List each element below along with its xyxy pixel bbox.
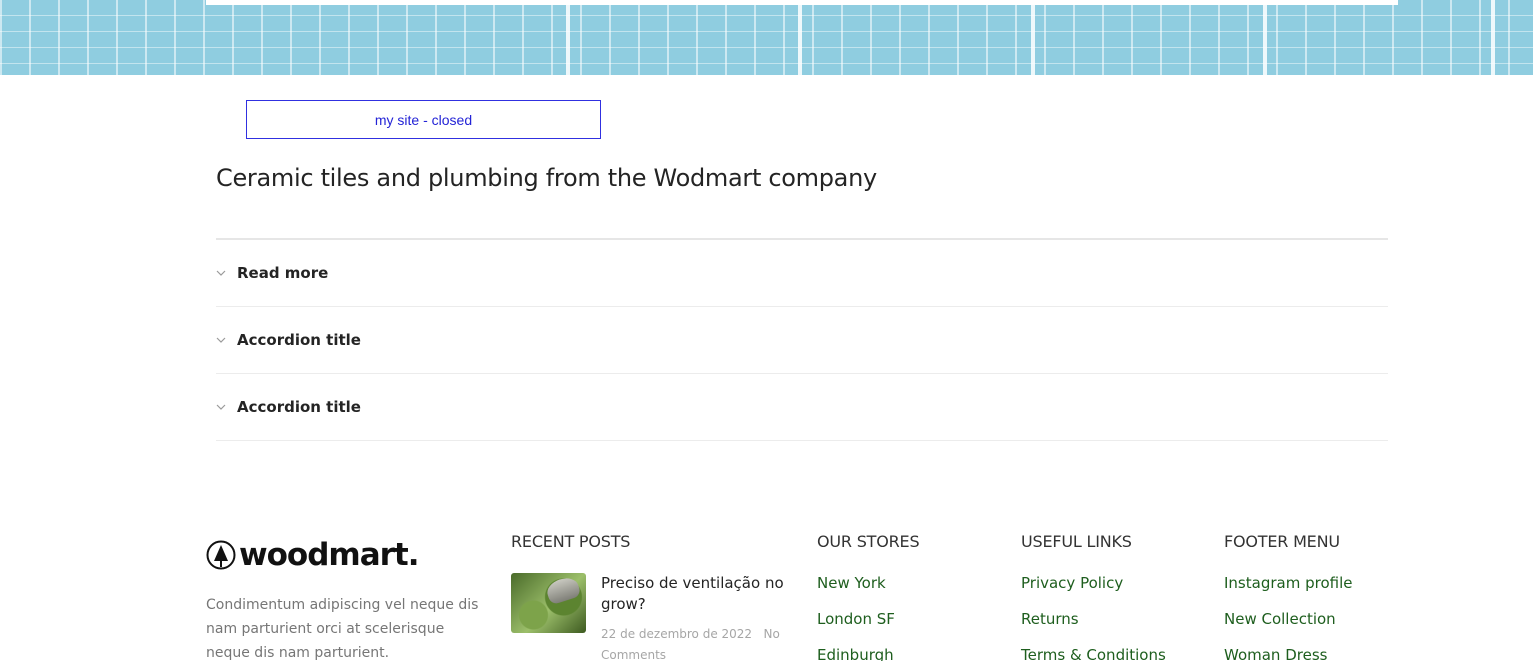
banner-tile-seam: [798, 0, 802, 75]
our-stores-title: OUR STORES: [817, 532, 920, 551]
footer-menu-link[interactable]: Instagram profile: [1224, 572, 1352, 608]
banner-tile-seam: [1491, 0, 1495, 75]
post-thumbnail[interactable]: [511, 573, 586, 633]
logo-text: woodmart.: [239, 537, 420, 573]
store-link[interactable]: New York: [817, 572, 895, 608]
accordion-item-label: Read more: [237, 264, 329, 282]
accordion-item-read-more[interactable]: Read more: [216, 240, 1388, 307]
footer: woodmart. Condimentum adipiscing vel neq…: [0, 520, 1533, 661]
post-date: 22 de dezembro de 2022: [601, 627, 753, 641]
site-status-text: my site - closed: [374, 111, 473, 128]
accordion: Read more Accordion title Accordion titl…: [216, 238, 1388, 441]
footer-menu-link[interactable]: Woman Dress: [1224, 644, 1352, 661]
chevron-down-icon: [216, 337, 237, 343]
accordion-item-label: Accordion title: [237, 398, 361, 416]
useful-link[interactable]: Terms & Conditions: [1021, 644, 1166, 661]
banner-tile-seam: [1263, 0, 1267, 75]
useful-links-list: Privacy Policy Returns Terms & Condition…: [1021, 572, 1166, 661]
accordion-item[interactable]: Accordion title: [216, 374, 1388, 441]
accordion-item-label: Accordion title: [237, 331, 361, 349]
post-title-link[interactable]: Preciso de ventilação no grow?: [601, 573, 796, 615]
accordion-item[interactable]: Accordion title: [216, 307, 1388, 374]
banner-tile-seam: [566, 0, 570, 75]
hero-banner: [0, 0, 1533, 75]
tree-logo-icon: [206, 540, 236, 570]
our-stores-list: New York London SF Edinburgh: [817, 572, 895, 661]
footer-logo[interactable]: woodmart.: [206, 537, 420, 573]
site-status-box: my site - closed: [246, 100, 601, 139]
post-meta: 22 de dezembro de 2022 No Comments: [601, 624, 796, 661]
chevron-down-icon: [216, 404, 237, 410]
useful-link[interactable]: Privacy Policy: [1021, 572, 1166, 608]
store-link[interactable]: Edinburgh: [817, 644, 895, 661]
useful-links-title: USEFUL LINKS: [1021, 532, 1132, 551]
recent-post: Preciso de ventilação no grow? 22 de dez…: [511, 573, 796, 661]
footer-menu-title: FOOTER MENU: [1224, 532, 1340, 551]
chevron-down-icon: [216, 270, 237, 276]
footer-menu-list: Instagram profile New Collection Woman D…: [1224, 572, 1352, 661]
banner-tile-seam: [1031, 0, 1035, 75]
store-link[interactable]: London SF: [817, 608, 895, 644]
recent-posts-title: RECENT POSTS: [511, 532, 631, 551]
page-title: Ceramic tiles and plumbing from the Wodm…: [216, 164, 877, 192]
footer-menu-link[interactable]: New Collection: [1224, 608, 1352, 644]
footer-about-text: Condimentum adipiscing vel neque dis nam…: [206, 597, 479, 661]
useful-link[interactable]: Returns: [1021, 608, 1166, 644]
banner-content-bar: [206, 0, 1398, 5]
